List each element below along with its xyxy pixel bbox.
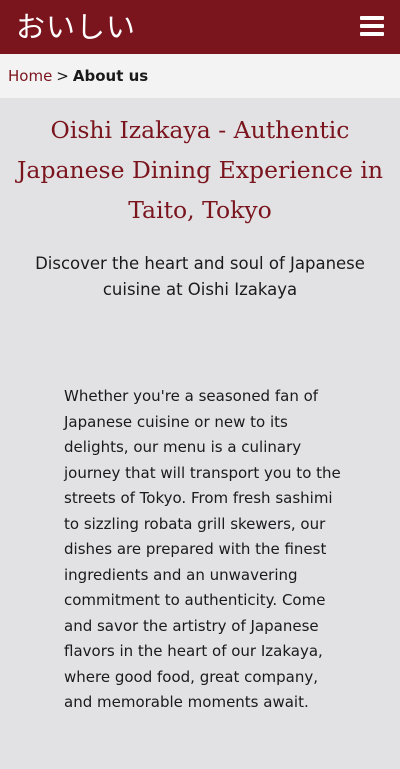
hamburger-menu-icon[interactable] — [360, 15, 384, 37]
breadcrumb-home-link[interactable]: Home — [8, 67, 52, 85]
breadcrumb-separator: > — [56, 67, 69, 85]
site-header: おいしい — [0, 0, 400, 54]
site-logo[interactable]: おいしい — [16, 9, 136, 45]
breadcrumb-current: About us — [72, 67, 149, 85]
page-subtitle: Discover the heart and soul of Japanese … — [35, 254, 365, 299]
intro-paragraph: Whether you're a seasoned fan of Japanes… — [64, 387, 341, 711]
page-title: Oishi Izakaya - Authentic Japanese Dinin… — [17, 116, 383, 224]
breadcrumb: Home > About us — [8, 67, 148, 85]
menu-bar — [360, 16, 384, 20]
breadcrumb-bar: Home > About us — [0, 54, 400, 98]
menu-bar — [360, 32, 384, 36]
menu-bar — [360, 24, 384, 28]
